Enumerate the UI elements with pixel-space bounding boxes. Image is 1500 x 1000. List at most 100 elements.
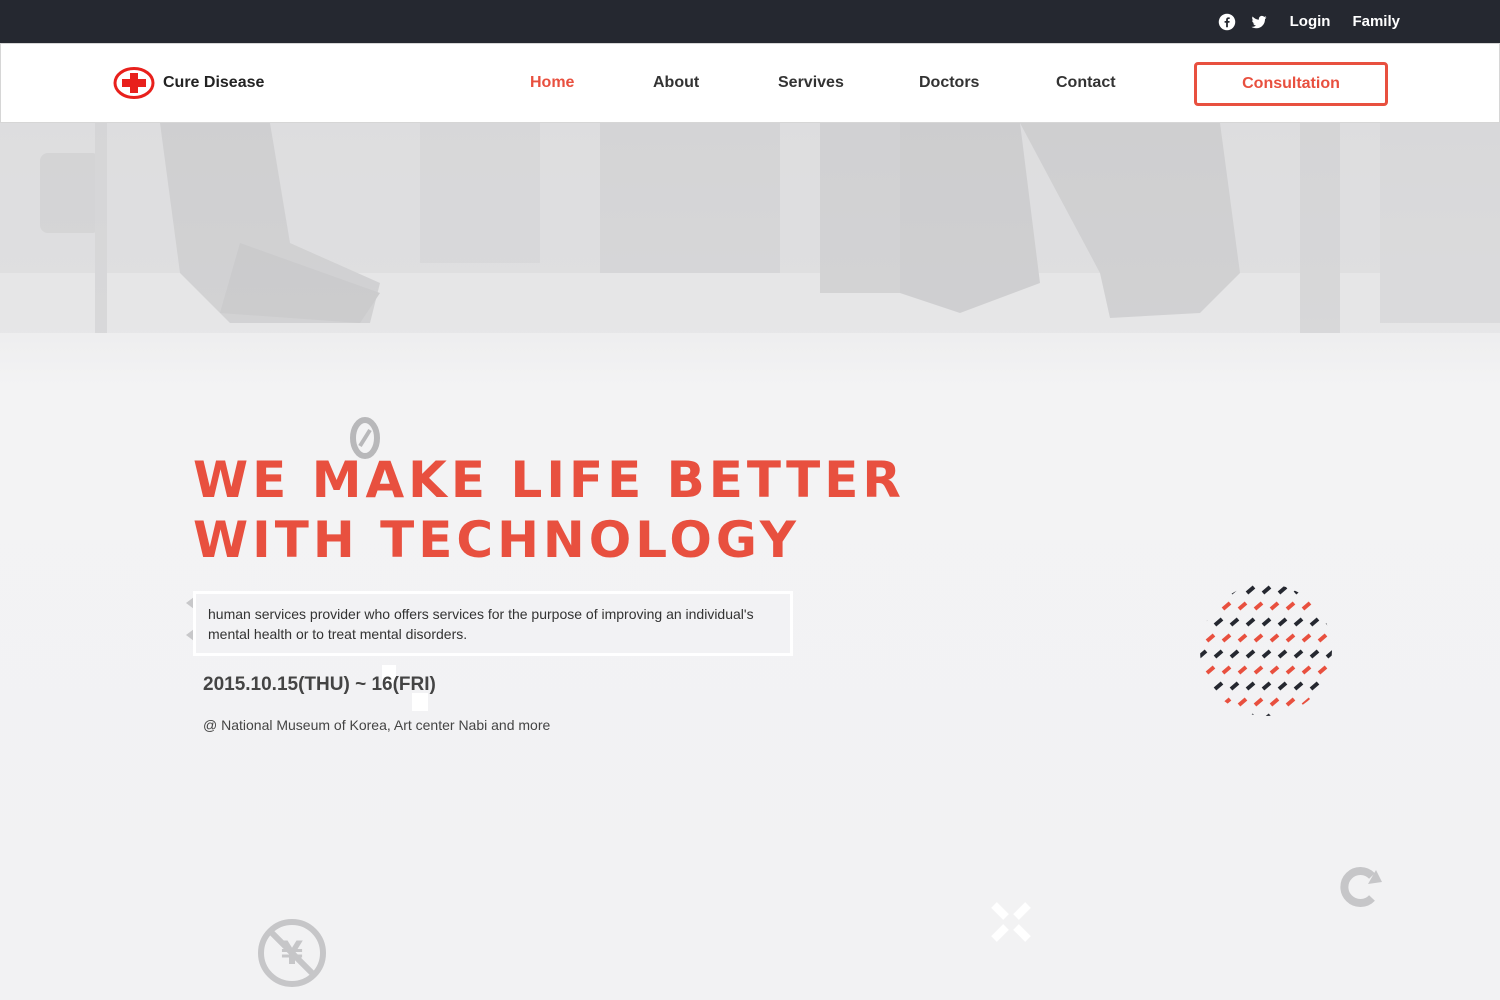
pattern-dash [1269,665,1280,675]
pattern-dash [1293,649,1304,659]
pattern-dash [1200,617,1208,627]
pattern-dash [1200,681,1208,691]
pattern-dash [1245,681,1256,691]
pattern-dash [1301,633,1312,643]
pattern-dash [1293,585,1304,595]
pattern-dash [1253,633,1264,643]
pattern-dash [1253,697,1264,707]
pattern-dash [1285,601,1296,611]
pattern-dash [1245,713,1256,716]
pattern-dash [1277,649,1288,659]
pattern-dash [1237,633,1248,643]
pattern-dash [1205,633,1216,643]
hero-description: human services provider who offers servi… [193,591,793,656]
nav-item-about[interactable]: About [653,74,699,92]
pattern-dash [1301,601,1312,611]
pattern-dash [1229,713,1240,716]
pattern-dash [1229,649,1240,659]
pattern-dash [1285,633,1296,643]
pattern-dash [1221,665,1232,675]
pattern-dash [1213,617,1224,627]
event-date: 2015.10.15(THU) ~ 16(FRI) [203,674,436,695]
pattern-dash [1277,617,1288,627]
pattern-dash [1325,681,1332,691]
pattern-dash [1325,617,1332,627]
twitter-icon[interactable] [1250,13,1268,31]
hero-title-line-1: WE MAKE LIFE BETTER [193,451,905,509]
pattern-dash [1277,713,1288,716]
pattern-dash [1261,585,1272,595]
pattern-dash [1261,649,1272,659]
pattern-dash [1301,665,1312,675]
pattern-dash [1277,681,1288,691]
pattern-dash [1205,697,1216,707]
nav-item-home[interactable]: Home [530,74,574,92]
event-venue: @ National Museum of Korea, Art center N… [203,717,551,733]
pattern-dash [1200,585,1208,595]
login-link[interactable]: Login [1290,13,1331,30]
pattern-dash [1285,697,1296,707]
nav-item-contact[interactable]: Contact [1056,74,1116,92]
pattern-dash [1237,697,1248,707]
pattern-dash [1325,585,1332,595]
pattern-dash [1245,617,1256,627]
pattern-dash [1237,665,1248,675]
pattern-dash [1213,585,1224,595]
pattern-dash [1293,617,1304,627]
top-utility-bar: Login Family [0,0,1500,43]
pattern-dash [1301,697,1312,707]
pattern-dash [1309,617,1320,627]
pattern-dash [1269,633,1280,643]
topbar-links: Login Family [1218,0,1400,43]
pattern-dash [1253,601,1264,611]
pattern-dash [1245,585,1256,595]
logo[interactable]: Cure Disease [113,66,264,100]
pattern-dash [1309,713,1320,716]
consultation-button[interactable]: Consultation [1194,62,1388,106]
pattern-dash [1221,633,1232,643]
hero-title: WE MAKE LIFE BETTER WITH TECHNOLOGY [193,450,953,570]
pattern-dash [1269,601,1280,611]
family-link[interactable]: Family [1352,13,1400,30]
pattern-dash [1205,665,1216,675]
logo-text: Cure Disease [163,74,265,91]
pattern-dash [1277,585,1288,595]
pattern-dash [1261,681,1272,691]
hero-title-line-2: WITH TECHNOLOGY [193,511,800,569]
nav-item-doctors[interactable]: Doctors [919,74,979,92]
pattern-dash [1269,697,1280,707]
svg-text:¥: ¥ [281,934,303,972]
pattern-dash [1317,633,1328,643]
facebook-icon[interactable] [1218,13,1236,31]
pattern-dash [1229,617,1240,627]
pattern-dash [1229,681,1240,691]
pattern-dash [1285,665,1296,675]
pattern-dash [1253,665,1264,675]
pattern-dash [1229,585,1240,595]
pattern-dash [1261,617,1272,627]
pattern-dash [1325,713,1332,716]
hero-background-photo [0,123,1500,333]
hero-section: ¥ WE MAKE LIFE BETTER WITH TECHNOLOGY hu… [0,123,1500,1000]
pattern-dash [1237,601,1248,611]
pattern-dash [1245,649,1256,659]
pattern-dash [1221,601,1232,611]
pattern-dash [1309,681,1320,691]
pattern-dash [1200,713,1208,716]
nav-item-services[interactable]: Servives [778,74,844,92]
pattern-dash [1205,601,1216,611]
pattern-dash [1317,665,1328,675]
pattern-dash [1317,601,1328,611]
pattern-dash [1293,713,1304,716]
pattern-dash [1317,697,1328,707]
pattern-dash [1200,649,1208,659]
refresh-c-icon [1340,867,1382,907]
pattern-dash [1293,681,1304,691]
white-x-icon [991,902,1031,942]
pattern-dash [1325,649,1332,659]
pattern-dash [1261,713,1272,716]
pattern-dash [1221,697,1232,707]
pattern-dash [1309,585,1320,595]
pattern-dash [1213,713,1224,716]
red-cross-logo-icon [113,67,155,99]
